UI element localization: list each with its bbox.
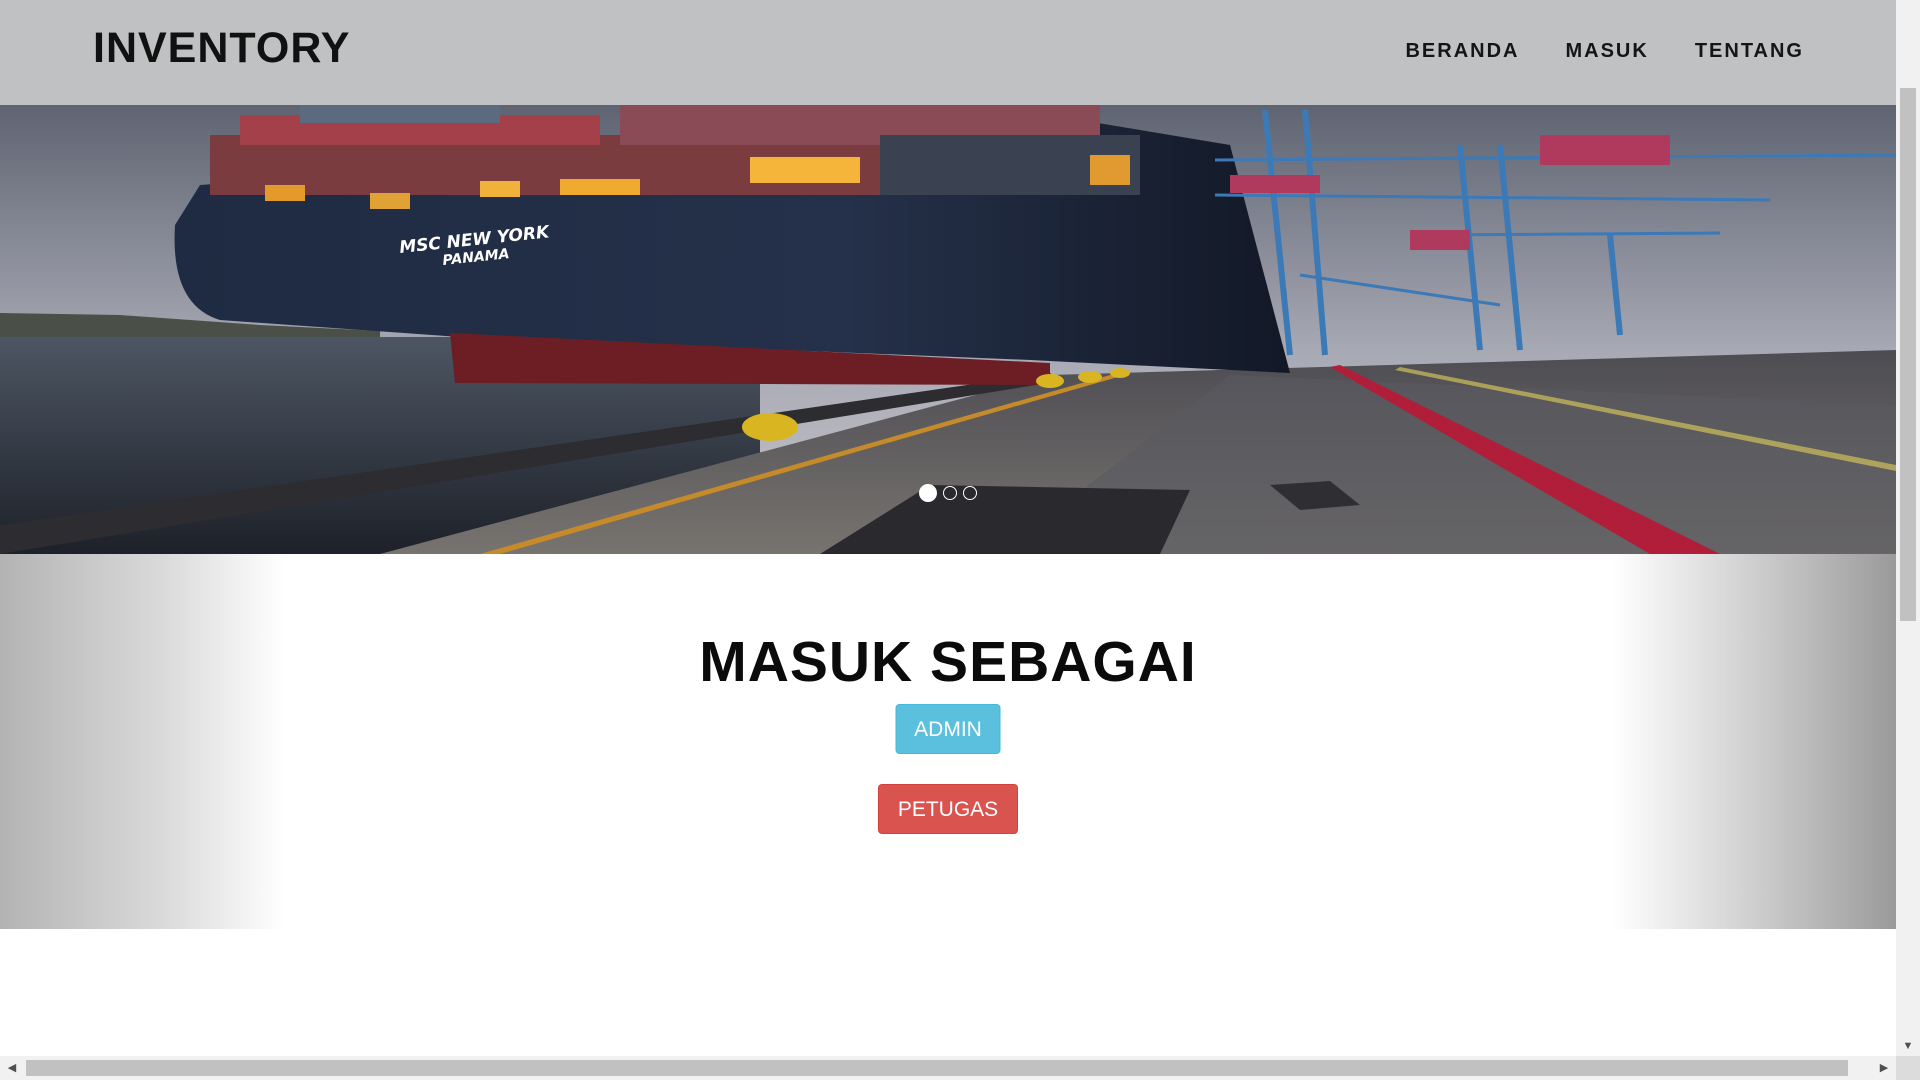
admin-button[interactable]: ADMIN <box>895 704 1001 754</box>
brand-logo[interactable]: INVENTORY <box>93 24 351 73</box>
carousel-indicator-3[interactable] <box>963 486 977 500</box>
page-viewport: INVENTORY BERANDA MASUK TENTANG MSC NEW … <box>0 0 1896 1056</box>
chevron-left-icon[interactable]: ◀ <box>2 1056 22 1080</box>
chevron-down-icon[interactable]: ▼ <box>1896 1036 1920 1056</box>
carousel-indicator-1[interactable] <box>919 484 937 502</box>
scrollbar-corner <box>1896 1056 1920 1080</box>
nav-link-beranda[interactable]: BERANDA <box>1405 40 1519 63</box>
petugas-button[interactable]: PETUGAS <box>878 784 1018 834</box>
carousel-indicators <box>0 484 1896 502</box>
chevron-right-icon[interactable]: ▶ <box>1874 1056 1894 1080</box>
carousel-indicator-2[interactable] <box>943 486 957 500</box>
login-role-section: MASUK SEBAGAI ADMIN PETUGAS <box>0 554 1896 929</box>
nav-link-masuk[interactable]: MASUK <box>1565 40 1648 63</box>
vertical-scroll-thumb[interactable] <box>1900 88 1916 621</box>
nav-link-tentang[interactable]: TENTANG <box>1695 40 1804 63</box>
main-nav: BERANDA MASUK TENTANG <box>1405 40 1804 63</box>
horizontal-scroll-thumb[interactable] <box>26 1060 1848 1076</box>
vertical-scrollbar[interactable]: ▼ <box>1896 0 1920 1056</box>
hero-carousel[interactable]: MSC NEW YORK PANAMA <box>0 105 1896 554</box>
login-heading: MASUK SEBAGAI <box>699 630 1197 694</box>
navbar: INVENTORY BERANDA MASUK TENTANG <box>0 0 1896 105</box>
horizontal-scrollbar[interactable]: ◀ ▶ <box>0 1056 1896 1080</box>
